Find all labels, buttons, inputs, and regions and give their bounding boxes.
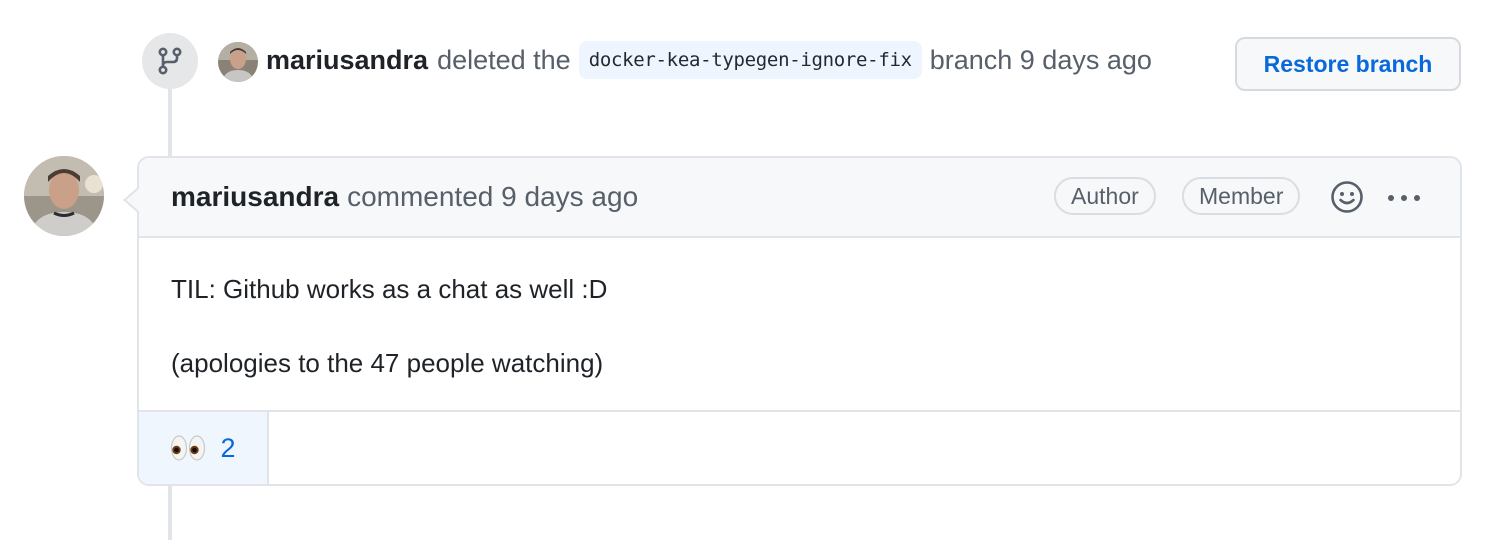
author-label: Author (1054, 177, 1156, 215)
comment-author-avatar[interactable] (24, 156, 104, 236)
member-label: Member (1182, 177, 1301, 215)
comment-header: mariusandra commented 9 days ago Author M… (139, 158, 1460, 238)
kebab-horizontal-icon (1388, 195, 1420, 201)
comment-meta: mariusandra commented 9 days ago (171, 181, 638, 213)
smiley-icon (1331, 181, 1363, 213)
avatar-photo (218, 42, 258, 82)
reaction-count: 2 (220, 432, 236, 463)
comment-options-button[interactable] (1386, 184, 1422, 217)
branch-name-chip: docker-kea-typegen-ignore-fix (578, 41, 922, 79)
comment-paragraph: TIL: Github works as a chat as well :D (171, 274, 608, 304)
branch-event-author-link[interactable]: mariusandra (266, 45, 428, 76)
branch-event-text: mariusandra deleted the docker-kea-typeg… (266, 38, 1152, 82)
branch-event-avatar[interactable] (218, 42, 258, 82)
git-branch-icon (158, 47, 182, 75)
branch-event-action: deleted the (437, 44, 571, 75)
eyes-icon (170, 434, 206, 462)
avatar-photo (24, 156, 104, 236)
comment-paragraph: (apologies to the 47 people watching) (171, 348, 604, 378)
comment-pointer-fill (126, 188, 140, 212)
add-reaction-button[interactable] (1330, 180, 1364, 219)
branch-event-badge (142, 33, 198, 89)
reaction-eyes-button[interactable]: 2 (139, 412, 269, 484)
comment-card: mariusandra commented 9 days ago Author M… (123, 156, 1462, 486)
comment-author-link[interactable]: mariusandra (171, 181, 339, 212)
reactions-bar: 2 (139, 410, 1460, 484)
restore-branch-button[interactable]: Restore branch (1235, 37, 1461, 91)
comment-body: TIL: Github works as a chat as well :D (… (139, 238, 1460, 382)
comment-timestamp[interactable]: commented 9 days ago (347, 181, 638, 212)
branch-event-time: branch 9 days ago (929, 44, 1152, 75)
